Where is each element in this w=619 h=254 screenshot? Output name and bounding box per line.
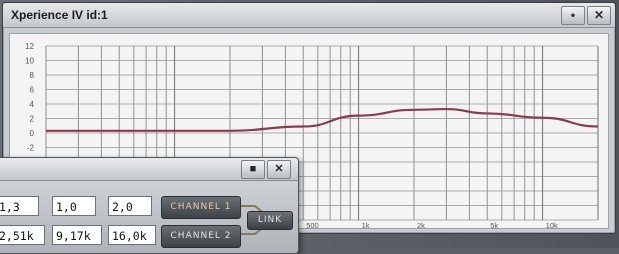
window-title: Xperience IV id:1: [11, 8, 108, 22]
y-tick-label: -2: [27, 144, 35, 153]
band-parameters-panel: ■ ✕ 1,3 1,0 2,0 2,51k 9,17k 16,0k CHANNE…: [0, 157, 299, 254]
x-tick-label: 500: [306, 221, 319, 228]
eq-response-curve: [46, 107, 599, 132]
channel-2-button[interactable]: CHANNEL 2: [161, 225, 241, 248]
close-button[interactable]: ✕: [587, 6, 611, 25]
y-tick-label: 10: [25, 57, 34, 66]
x-tick-label: 10k: [546, 221, 558, 228]
minimize-button[interactable]: •: [561, 6, 585, 25]
y-tick-label: 8: [30, 71, 35, 80]
y-tick-label: 6: [30, 86, 35, 95]
y-tick-label: 4: [30, 100, 35, 109]
y-tick-label: 2: [30, 115, 35, 124]
x-tick-label: 2k: [417, 221, 425, 228]
link-button[interactable]: LINK: [247, 211, 293, 230]
x-tick-label: 1k: [362, 221, 370, 228]
x-tick-label: 5k: [490, 221, 498, 228]
channel-1-button[interactable]: CHANNEL 1: [161, 196, 241, 219]
y-tick-label: 12: [25, 42, 34, 51]
y-tick-label: 0: [30, 129, 35, 138]
link-connector-lines: [240, 205, 268, 235]
window-titlebar[interactable]: Xperience IV id:1 • ✕: [3, 3, 615, 28]
